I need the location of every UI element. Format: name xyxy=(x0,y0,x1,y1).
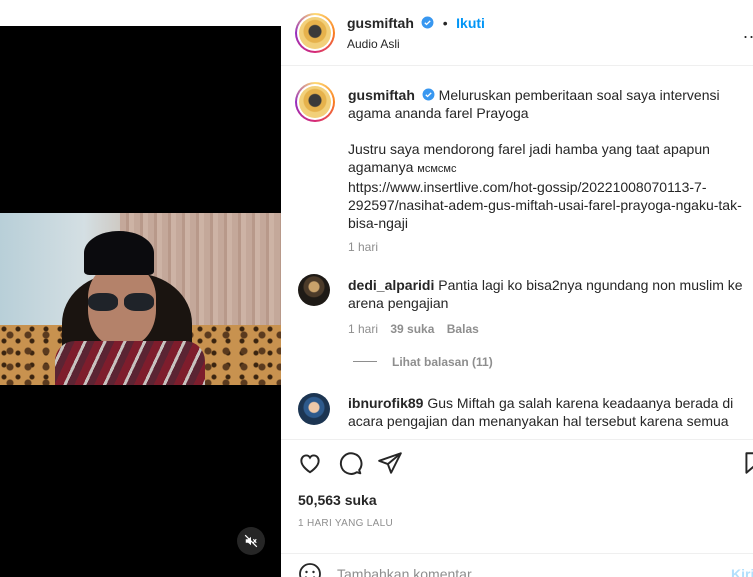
comment-text-line-1: Gus Miftah ga salah karena keadaanya ber… xyxy=(427,395,734,411)
comment-item: ibnurofik89 Gus Miftah ga salah karena k… xyxy=(348,394,748,430)
caption-line-1: Meluruskan pemberitaan soal saya interve… xyxy=(438,87,720,103)
caption-time: 1 hari xyxy=(348,240,379,254)
caption-p2-line-2: agamanya xyxy=(348,159,414,175)
action-bar: 50,563 suka 1 HARI YANG LALU Kirim xyxy=(281,439,753,577)
comment-username[interactable]: dedi_alparidi xyxy=(348,277,434,293)
caption-link-line-1: https://www.insertlive.com/hot-gossip/20… xyxy=(348,179,707,195)
mute-icon xyxy=(244,534,258,548)
separator-dot: • xyxy=(442,15,448,31)
comment-likes[interactable]: 39 suka xyxy=(390,322,434,336)
heart-icon[interactable] xyxy=(297,450,323,476)
more-options-button[interactable]: ... xyxy=(743,22,753,43)
comment-bar: Kirim xyxy=(281,553,753,577)
comment-input[interactable] xyxy=(337,566,717,577)
video-person-cap xyxy=(84,231,154,275)
media-top-strip xyxy=(0,0,281,26)
view-replies-button[interactable]: Lihat balasan (11) xyxy=(392,355,493,369)
author-username[interactable]: gusmiftah xyxy=(347,15,414,31)
post-panel: gusmiftah • Ikuti Audio Asli ... gusmift… xyxy=(281,0,753,577)
caption-username[interactable]: gusmiftah xyxy=(348,87,415,103)
caption-suffix: ᴍᴄᴍᴄᴍᴄ xyxy=(417,163,457,175)
comment-text-line-2: arena pengajian xyxy=(348,295,449,311)
post-media[interactable] xyxy=(0,0,281,577)
video-person-scarf xyxy=(55,341,205,385)
emoji-icon[interactable] xyxy=(298,562,322,577)
comment-text-line-2: acara pengajian dan menanyakan hal terse… xyxy=(348,413,729,429)
post-comment-button[interactable]: Kirim xyxy=(731,566,753,577)
caption-author-avatar[interactable] xyxy=(295,82,335,122)
mute-button[interactable] xyxy=(237,527,265,555)
verified-icon xyxy=(421,16,434,29)
caption: gusmiftah Meluruskan pemberitaan soal sa… xyxy=(348,86,748,256)
comments-scroll-area[interactable]: gusmiftah Meluruskan pemberitaan soal sa… xyxy=(281,67,753,439)
post-date: 1 HARI YANG LALU xyxy=(298,518,394,529)
follow-button[interactable]: Ikuti xyxy=(456,15,485,31)
comment-avatar[interactable] xyxy=(298,274,330,306)
video-person-glasses-right xyxy=(124,293,154,311)
bookmark-icon[interactable] xyxy=(741,450,753,476)
post-header: gusmiftah • Ikuti Audio Asli ... xyxy=(281,0,753,66)
comment-text-line-1: Pantia lagi ko bisa2nya ngundang non mus… xyxy=(438,277,743,293)
comment-time: 1 hari xyxy=(348,322,379,336)
replies-divider xyxy=(353,361,377,362)
caption-link-line-2: 292597/nasihat-adem-gus-miftah-usai-fare… xyxy=(348,197,742,213)
likes-count[interactable]: 50,563 suka xyxy=(298,492,377,508)
comment-avatar[interactable] xyxy=(298,393,330,425)
comment-username[interactable]: ibnurofik89 xyxy=(348,395,423,411)
share-icon[interactable] xyxy=(377,450,403,476)
caption-link-line-3: bisa-ngaji xyxy=(348,215,408,231)
reply-button[interactable]: Balas xyxy=(447,322,479,336)
comment-item: dedi_alparidi Pantia lagi ko bisa2nya ng… xyxy=(348,276,748,338)
video-person-glasses-left xyxy=(88,293,118,311)
audio-label[interactable]: Audio Asli xyxy=(347,37,400,51)
verified-icon xyxy=(422,88,435,101)
caption-p2-line-1: Justru saya mendorong farel jadi hamba y… xyxy=(348,141,710,157)
author-avatar[interactable] xyxy=(295,13,335,53)
caption-line-2: agama ananda farel Prayoga xyxy=(348,105,529,121)
video-frame[interactable] xyxy=(0,213,281,385)
comment-icon[interactable] xyxy=(337,450,363,476)
